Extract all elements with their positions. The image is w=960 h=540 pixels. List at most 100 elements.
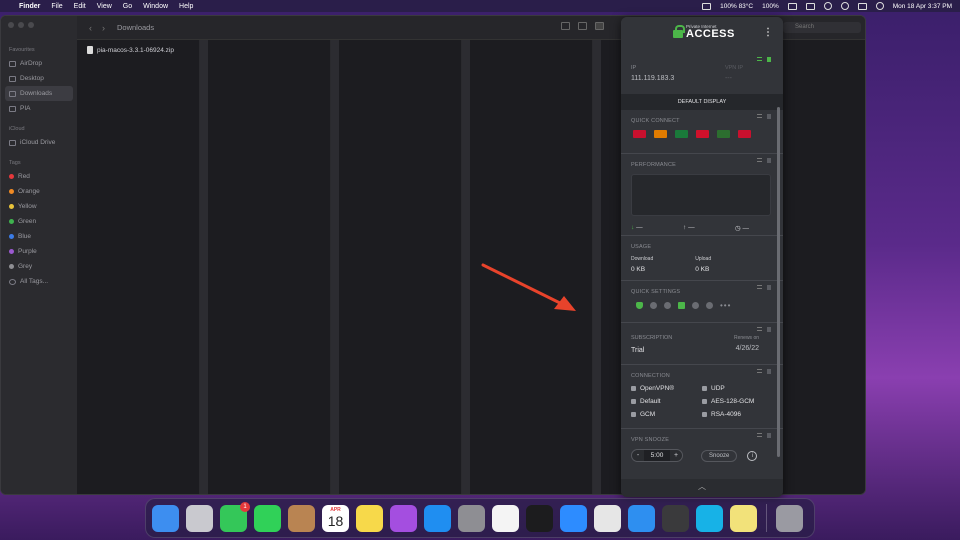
- dock-calculator-icon[interactable]: [662, 504, 689, 532]
- temperature-status[interactable]: 100% 83°C: [720, 3, 753, 10]
- icon-view-button[interactable]: [561, 22, 570, 30]
- sidebar-item-tag[interactable]: Red: [1, 169, 77, 184]
- dock-launchpad-icon[interactable]: [186, 504, 213, 532]
- minimize-button[interactable]: [18, 22, 24, 28]
- split-tunnel-icon[interactable]: [664, 302, 671, 309]
- drag-handle-icon[interactable]: [757, 433, 762, 437]
- sidebar-item-tag[interactable]: Orange: [1, 184, 77, 199]
- dock-terminal-icon[interactable]: [526, 504, 553, 532]
- block-ads-icon[interactable]: [650, 302, 657, 309]
- drag-handle-icon[interactable]: [757, 114, 762, 118]
- drag-handle-icon[interactable]: [757, 327, 762, 331]
- menu-go[interactable]: Go: [123, 3, 132, 10]
- zoom-button[interactable]: [28, 22, 34, 28]
- info-icon[interactable]: i: [747, 450, 758, 461]
- siri-icon[interactable]: [875, 2, 884, 10]
- dock-calendar-icon[interactable]: APR 18: [322, 504, 349, 532]
- dock-finder-icon[interactable]: [152, 504, 179, 532]
- country-flag-icon[interactable]: [633, 130, 646, 138]
- dock-facetime-icon[interactable]: 1: [220, 501, 250, 532]
- country-flag-icon[interactable]: [696, 130, 709, 138]
- drag-handle-icon[interactable]: [757, 158, 762, 162]
- dock-contacts-icon[interactable]: [288, 504, 315, 532]
- back-chevron-icon[interactable]: ‹: [89, 23, 92, 33]
- column-1[interactable]: pia-macos-3.3.1-06924.zip: [77, 40, 200, 494]
- bookmark-icon[interactable]: [767, 369, 771, 374]
- file-item[interactable]: pia-macos-3.3.1-06924.zip: [87, 46, 174, 54]
- sidebar-item-airdrop[interactable]: AirDrop: [1, 56, 77, 71]
- debug-icon[interactable]: [706, 302, 713, 309]
- panel-scrollbar[interactable]: [777, 107, 780, 457]
- snooze-decrease-button[interactable]: -: [632, 450, 644, 461]
- snooze-increase-button[interactable]: +: [670, 450, 682, 461]
- wifi-icon[interactable]: [823, 2, 832, 10]
- battery-icon[interactable]: [787, 2, 797, 10]
- column-view-button[interactable]: [595, 22, 604, 30]
- menu-view[interactable]: View: [97, 3, 112, 10]
- dock-system-preferences-icon[interactable]: [458, 504, 485, 532]
- country-flag-icon[interactable]: [675, 130, 688, 138]
- column-divider[interactable]: [331, 40, 339, 494]
- menu-datetime[interactable]: Mon 18 Apr 3:37 PM: [893, 3, 952, 10]
- sidebar-item-tag[interactable]: Purple: [1, 244, 77, 259]
- column-divider[interactable]: [462, 40, 470, 494]
- more-settings-icon[interactable]: •••: [720, 301, 731, 310]
- menu-window[interactable]: Window: [143, 3, 168, 10]
- bookmark-icon[interactable]: [767, 327, 771, 332]
- dock-messages-icon[interactable]: [254, 504, 281, 532]
- column-divider[interactable]: [593, 40, 601, 494]
- screen-share-icon[interactable]: [805, 2, 815, 10]
- dock-app-store-icon[interactable]: [424, 504, 451, 532]
- more-menu-icon[interactable]: ⋮: [763, 27, 773, 38]
- country-flag-icon[interactable]: [654, 130, 667, 138]
- menu-edit[interactable]: Edit: [74, 3, 86, 10]
- theme-icon[interactable]: [692, 302, 699, 309]
- battery-percent[interactable]: 100%: [762, 3, 779, 10]
- bookmark-icon[interactable]: [767, 285, 771, 290]
- column-2[interactable]: [208, 40, 331, 494]
- dock-safari-icon[interactable]: [628, 504, 655, 532]
- menu-file[interactable]: File: [51, 3, 62, 10]
- drag-handle-icon[interactable]: [757, 369, 762, 373]
- dock-trash-icon[interactable]: [776, 504, 803, 532]
- dock-chrome-icon[interactable]: [594, 504, 621, 532]
- menu-help[interactable]: Help: [179, 3, 193, 10]
- sidebar-item-icloud-drive[interactable]: iCloud Drive: [1, 135, 77, 150]
- control-center-icon[interactable]: [857, 2, 867, 10]
- lan-icon[interactable]: [678, 302, 685, 309]
- drag-handle-icon[interactable]: [757, 57, 762, 61]
- pia-status-icon[interactable]: [702, 2, 712, 10]
- drag-handle-icon[interactable]: [757, 285, 762, 289]
- column-3[interactable]: [339, 40, 462, 494]
- bookmark-icon[interactable]: [767, 57, 771, 62]
- search-icon[interactable]: [840, 2, 849, 10]
- sidebar-item-tag[interactable]: Green: [1, 214, 77, 229]
- notification-bell-icon[interactable]: [636, 302, 643, 309]
- bookmark-icon[interactable]: [767, 158, 771, 163]
- dock-podcasts-icon[interactable]: [390, 504, 417, 532]
- sidebar-item-downloads[interactable]: Downloads: [5, 86, 73, 101]
- sidebar-item-tag[interactable]: Blue: [1, 229, 77, 244]
- forward-chevron-icon[interactable]: ›: [102, 23, 105, 33]
- column-divider[interactable]: [200, 40, 208, 494]
- bookmark-icon[interactable]: [767, 114, 771, 119]
- bookmark-icon[interactable]: [767, 433, 771, 438]
- close-button[interactable]: [8, 22, 14, 28]
- snooze-button[interactable]: Snooze: [701, 449, 738, 462]
- dock-stickies-icon[interactable]: [730, 504, 757, 532]
- dock-slack-icon[interactable]: [492, 504, 519, 532]
- sidebar-item-pia[interactable]: PIA: [1, 101, 77, 116]
- collapse-chevron-icon[interactable]: ︿: [621, 479, 783, 497]
- sidebar-item-tag[interactable]: Grey: [1, 259, 77, 274]
- dock-notes-icon[interactable]: [356, 504, 383, 532]
- dock-zoom-icon[interactable]: [560, 504, 587, 532]
- search-field[interactable]: Search: [783, 22, 861, 33]
- sidebar-item-desktop[interactable]: Desktop: [1, 71, 77, 86]
- snooze-duration-value[interactable]: 5:00: [644, 450, 670, 461]
- list-view-button[interactable]: [578, 22, 587, 30]
- sidebar-item-all-tags[interactable]: All Tags...: [1, 274, 77, 289]
- sidebar-item-tag[interactable]: Yellow: [1, 199, 77, 214]
- country-flag-icon[interactable]: [717, 130, 730, 138]
- menu-app-name[interactable]: Finder: [19, 3, 40, 10]
- dock-kodi-icon[interactable]: [696, 504, 723, 532]
